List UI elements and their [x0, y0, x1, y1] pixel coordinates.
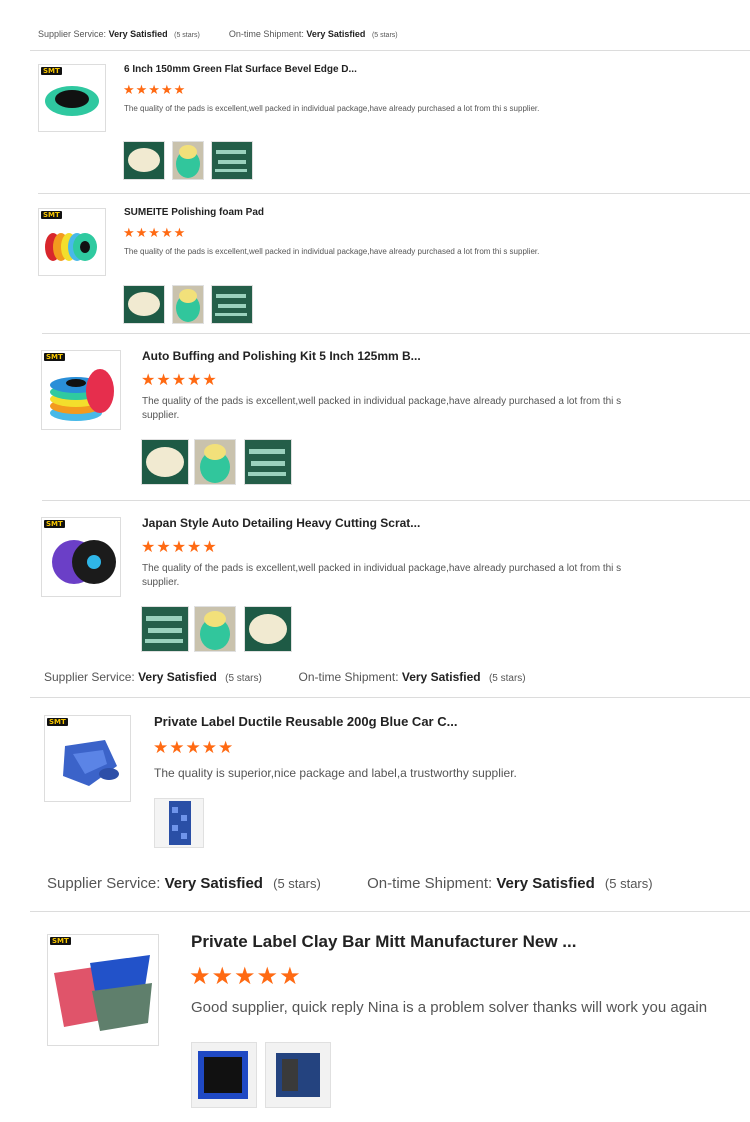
review-photo[interactable]	[172, 285, 204, 324]
divider	[30, 911, 750, 912]
rating-stars: ★★★★★	[141, 539, 218, 556]
review-photo[interactable]	[141, 439, 189, 485]
supplier-service-stars: (5 stars)	[174, 32, 200, 39]
ontime-shipment-value: Very Satisfied	[496, 875, 595, 892]
ontime-shipment-label: On-time Shipment:	[228, 29, 304, 39]
review-comment: Good supplier, quick reply Nina is a pro…	[191, 999, 708, 1016]
product-thumbnail[interactable]: SMT	[47, 934, 159, 1046]
rating-stars: ★★★★★	[123, 225, 187, 240]
brand-logo: SMT	[44, 520, 65, 528]
review-photo[interactable]	[141, 606, 189, 652]
review-photo[interactable]	[123, 285, 165, 324]
rating-stars: ★★★★★	[189, 963, 302, 990]
product-title[interactable]: Japan Style Auto Detailing Heavy Cutting…	[142, 516, 420, 530]
supplier-service-stars: (5 stars)	[225, 673, 262, 684]
review-photo[interactable]	[211, 285, 253, 324]
review-comment: The quality of the pads is excellent,wel…	[124, 104, 540, 113]
product-title[interactable]: Auto Buffing and Polishing Kit 5 Inch 12…	[142, 349, 421, 363]
supplier-service-label: Supplier Service:	[44, 670, 135, 684]
review-photo[interactable]	[244, 606, 292, 652]
product-title[interactable]: SUMEITE Polishing foam Pad	[124, 207, 264, 218]
supplier-service-label: Supplier Service:	[47, 875, 161, 892]
brand-logo: SMT	[44, 353, 65, 361]
product-thumbnail[interactable]: SMT	[41, 350, 121, 430]
product-title[interactable]: 6 Inch 150mm Green Flat Surface Bevel Ed…	[124, 64, 357, 75]
supplier-rating-line: Supplier Service: Very Satisfied (5 star…	[38, 29, 398, 39]
supplier-service-stars: (5 stars)	[273, 876, 321, 891]
ontime-shipment-label: On-time Shipment:	[298, 670, 399, 684]
product-thumbnail[interactable]: SMT	[44, 715, 131, 802]
ontime-shipment-stars: (5 stars)	[488, 673, 526, 684]
review-photo[interactable]	[211, 141, 253, 180]
review-photo[interactable]	[123, 141, 165, 180]
product-thumbnail[interactable]: SMT	[38, 208, 106, 276]
brand-logo: SMT	[41, 211, 62, 219]
divider	[38, 193, 750, 194]
review-photo[interactable]	[191, 1042, 257, 1108]
product-thumbnail[interactable]: SMT	[41, 517, 121, 597]
rating-stars: ★★★★★	[141, 372, 218, 389]
divider	[42, 500, 750, 501]
ontime-shipment-stars: (5 stars)	[371, 32, 398, 39]
ontime-shipment-stars: (5 stars)	[604, 876, 653, 891]
ontime-shipment-label: On-time Shipment:	[367, 875, 493, 892]
review-comment: The quality of the pads is excellent,wel…	[142, 396, 622, 421]
ontime-shipment-value: Very Satisfied	[401, 670, 481, 684]
supplier-service-value: Very Satisfied	[164, 875, 263, 892]
supplier-service-value: Very Satisfied	[138, 670, 217, 684]
review-comment: The quality is superior,nice package and…	[154, 766, 517, 780]
rating-stars: ★★★★★	[123, 82, 187, 97]
brand-logo: SMT	[50, 937, 71, 945]
review-photo[interactable]	[154, 798, 204, 848]
product-title[interactable]: Private Label Clay Bar Mitt Manufacturer…	[191, 932, 576, 952]
brand-logo: SMT	[41, 67, 62, 75]
review-photo[interactable]	[194, 606, 236, 652]
product-title[interactable]: Private Label Ductile Reusable 200g Blue…	[154, 714, 457, 729]
ontime-shipment-value: Very Satisfied	[306, 29, 366, 39]
supplier-rating-line: Supplier Service: Very Satisfied (5 star…	[44, 670, 526, 684]
divider	[42, 333, 750, 334]
review-comment: The quality of the pads is excellent,wel…	[124, 247, 540, 256]
supplier-rating-line: Supplier Service: Very Satisfied (5 star…	[47, 875, 653, 892]
review-comment: The quality of the pads is excellent,wel…	[142, 563, 622, 588]
review-photo[interactable]	[265, 1042, 331, 1108]
supplier-service-value: Very Satisfied	[108, 29, 168, 39]
review-photo[interactable]	[244, 439, 292, 485]
brand-logo: SMT	[47, 718, 68, 726]
review-photo[interactable]	[172, 141, 204, 180]
review-photo[interactable]	[194, 439, 236, 485]
divider	[30, 697, 750, 698]
supplier-service-label: Supplier Service:	[38, 29, 107, 39]
divider	[30, 50, 750, 51]
rating-stars: ★★★★★	[153, 738, 235, 757]
product-thumbnail[interactable]: SMT	[38, 64, 106, 132]
